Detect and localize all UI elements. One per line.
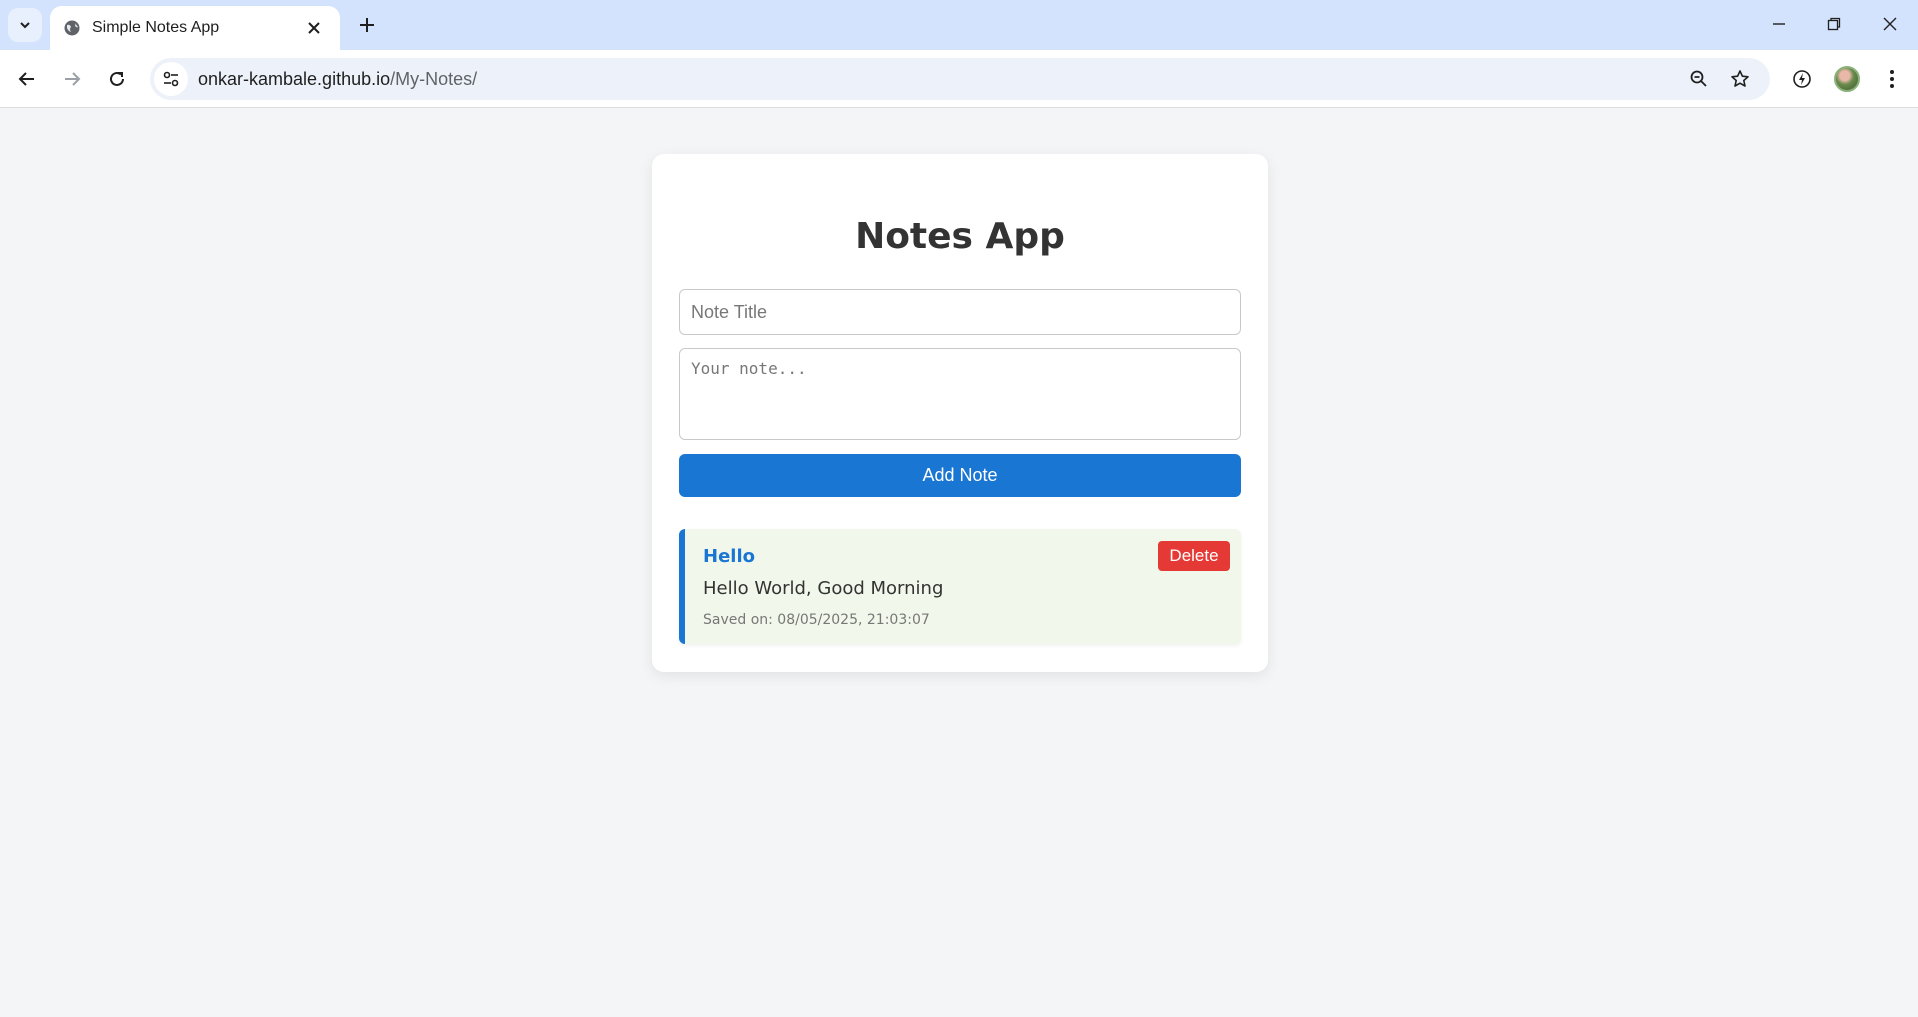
tab-search-button[interactable]	[8, 8, 42, 42]
url-host: onkar-kambale.github.io	[198, 68, 391, 89]
close-icon	[308, 22, 320, 34]
note-title-input[interactable]	[679, 289, 1241, 335]
lightning-icon	[1793, 70, 1811, 88]
chevron-down-icon	[20, 22, 30, 29]
browser-toolbar: onkar-kambale.github.io/My-Notes/	[0, 50, 1918, 108]
profile-button[interactable]	[1829, 61, 1865, 97]
tab-close-button[interactable]	[302, 16, 326, 40]
note-body: Hello World, Good Morning	[703, 578, 944, 599]
avatar	[1834, 66, 1860, 92]
url-text[interactable]: onkar-kambale.github.io/My-Notes/	[198, 69, 477, 90]
tab-strip: Simple Notes App	[0, 0, 1918, 50]
note-title: Hello	[703, 546, 755, 567]
site-info-button[interactable]	[154, 62, 188, 96]
browser-tab[interactable]: Simple Notes App	[50, 6, 340, 50]
url-path: /My-Notes/	[390, 68, 478, 89]
zoom-button[interactable]	[1682, 62, 1716, 96]
arrow-right-icon	[65, 72, 81, 86]
note-item: Hello Delete Hello World, Good Morning S…	[679, 529, 1241, 644]
app-title: Notes App	[855, 216, 1065, 257]
restore-icon	[1827, 17, 1841, 31]
add-note-button[interactable]: Add Note	[679, 454, 1241, 497]
new-tab-button[interactable]	[352, 10, 382, 40]
globe-icon	[62, 18, 82, 38]
plus-icon	[360, 18, 374, 32]
arrow-left-icon	[18, 72, 34, 86]
extension-button[interactable]	[1784, 61, 1820, 97]
close-window-button[interactable]	[1862, 0, 1918, 48]
reload-icon	[110, 71, 124, 86]
tab-title: Simple Notes App	[92, 19, 220, 36]
kebab-menu-icon	[1890, 70, 1894, 88]
browser-menu-button[interactable]	[1874, 61, 1910, 97]
tune-icon	[163, 71, 179, 87]
bookmark-button[interactable]	[1723, 62, 1757, 96]
zoom-out-icon	[1690, 70, 1707, 87]
note-saved-timestamp: Saved on: 08/05/2025, 21:03:07	[703, 612, 930, 628]
back-button[interactable]	[9, 61, 45, 97]
minimize-icon	[1773, 23, 1785, 25]
forward-button[interactable]	[54, 61, 90, 97]
address-bar[interactable]: onkar-kambale.github.io/My-Notes/	[150, 58, 1770, 100]
note-body-input[interactable]	[679, 348, 1241, 440]
star-icon	[1731, 70, 1749, 87]
close-icon	[1883, 17, 1897, 31]
reload-button[interactable]	[99, 61, 135, 97]
notes-card: Notes App Add Note Hello Delete Hello Wo…	[652, 154, 1268, 672]
delete-note-button[interactable]: Delete	[1158, 541, 1230, 571]
minimize-button[interactable]	[1751, 0, 1807, 48]
restore-button[interactable]	[1806, 0, 1862, 48]
